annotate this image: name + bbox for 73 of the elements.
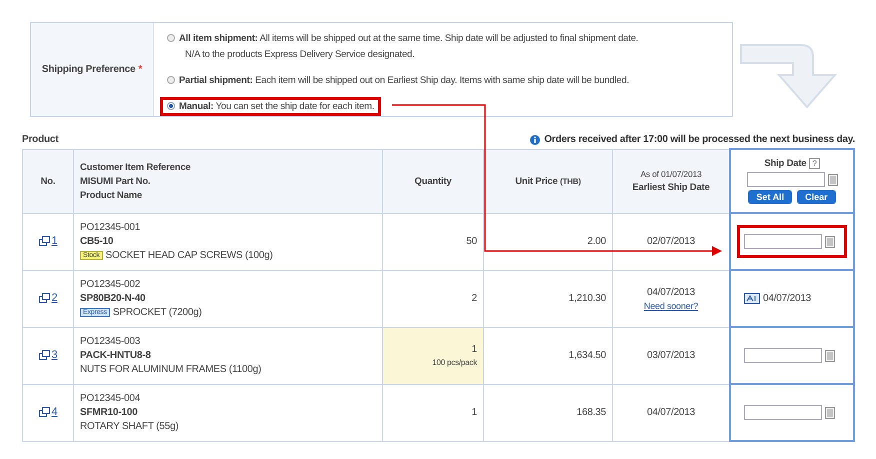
quantity-value: 1 xyxy=(472,407,477,418)
column-header: Product Name xyxy=(80,190,144,200)
quantity-value: 2 xyxy=(472,293,477,304)
calendar-icon xyxy=(825,406,835,418)
ship-date-value: 04/07/2013 xyxy=(763,293,812,304)
section-title: Product xyxy=(22,134,58,145)
option-text: All item shipment: All items will be shipped out at the same time. Ship date will be adjusted to final shipment date. xyxy=(179,33,638,44)
option-text: Partial shipment: Each item will be shipped out on Earliest Ship day. Items with same ship date will be bundled. xyxy=(179,75,630,86)
column-header: No. xyxy=(22,149,74,213)
windows-icon xyxy=(38,406,50,416)
set-all-button[interactable]: Set All xyxy=(748,190,792,204)
pack-note: 100 pcs/pack xyxy=(432,358,477,367)
calendar-icon xyxy=(825,236,835,248)
required-mark: * xyxy=(138,64,142,75)
date-field[interactable] xyxy=(744,234,822,249)
part-number: PACK-HNTU8-8 xyxy=(80,350,152,361)
date-field[interactable] xyxy=(744,348,822,363)
express-icon xyxy=(744,293,760,304)
windows-icon xyxy=(38,292,50,302)
item-reference: PO12345-002 xyxy=(80,279,142,290)
item-number-link[interactable]: 4 xyxy=(52,406,58,418)
item-reference: PO12345-004 xyxy=(80,393,142,404)
part-number: CB5-10 xyxy=(80,236,114,247)
calendar-icon xyxy=(825,350,835,362)
product-name: ROTARY SHAFT (55g) xyxy=(80,421,178,432)
info-icon xyxy=(530,134,540,144)
radio-button[interactable] xyxy=(167,76,175,84)
as-of-date: As of 01/07/2013 xyxy=(640,169,702,179)
earliest-ship-date: 02/07/2013 xyxy=(646,236,696,247)
need-sooner-link[interactable]: Need sooner? xyxy=(644,300,698,310)
product-name: NUTS FOR ALUMINUM FRAMES (1100g) xyxy=(80,364,262,375)
item-reference: PO12345-003 xyxy=(80,336,142,347)
calendar-button[interactable] xyxy=(825,350,835,362)
product-name: SPROCKET (7200g) xyxy=(112,307,202,318)
column-header: Customer Item Reference xyxy=(80,162,192,172)
unit-price: 2.00 xyxy=(587,236,606,247)
column-header: Earliest Ship Date xyxy=(632,182,710,193)
clear-button[interactable]: Clear xyxy=(797,190,836,204)
item-reference: PO12345-001 xyxy=(80,222,142,233)
column-header: Unit Price xyxy=(515,176,558,186)
notice-text: Orders received after 17:00 will be processed the next business day. xyxy=(544,134,855,145)
calendar-icon xyxy=(828,174,838,186)
windows-icon xyxy=(38,236,50,246)
column-header: Ship Date xyxy=(764,158,806,169)
date-field[interactable] xyxy=(744,405,822,420)
unit-price: 1,210.30 xyxy=(568,293,606,304)
column-header: MISUMI Part No. xyxy=(80,176,152,186)
calendar-button[interactable] xyxy=(828,174,838,186)
radio-button[interactable] xyxy=(167,34,175,42)
quantity-value: 1 xyxy=(472,344,477,355)
earliest-ship-date: 03/07/2013 xyxy=(646,350,696,361)
currency-unit: (THB) xyxy=(560,176,581,186)
calendar-button[interactable] xyxy=(825,236,835,248)
product-name: SOCKET HEAD CAP SCREWS (100g) xyxy=(106,250,273,261)
radio-button[interactable] xyxy=(167,102,175,110)
quantity-value: 50 xyxy=(466,236,477,247)
unit-price: 1,634.50 xyxy=(568,350,606,361)
calendar-button[interactable] xyxy=(825,406,835,418)
option-note: N/A to the products Express Delivery Service designated. xyxy=(185,49,416,60)
part-number: SFMR10-100 xyxy=(80,407,138,418)
column-header: Quantity xyxy=(382,149,484,213)
item-number-link[interactable]: 2 xyxy=(52,292,58,304)
earliest-ship-date: 04/07/2013 xyxy=(646,286,696,298)
item-number-link[interactable]: 1 xyxy=(52,234,58,246)
unit-price: 168.35 xyxy=(576,407,606,418)
part-number: SP80B20-N-40 xyxy=(80,293,146,304)
shipping-preference-label: Shipping Preference xyxy=(42,64,136,75)
help-button[interactable]: ? xyxy=(809,158,820,169)
option-text: Manual: You can set the ship date for each item. xyxy=(179,101,374,112)
earliest-ship-date: 04/07/2013 xyxy=(646,407,696,418)
item-number-link[interactable]: 3 xyxy=(52,348,58,360)
date-field[interactable] xyxy=(746,172,824,187)
windows-icon xyxy=(38,350,50,360)
